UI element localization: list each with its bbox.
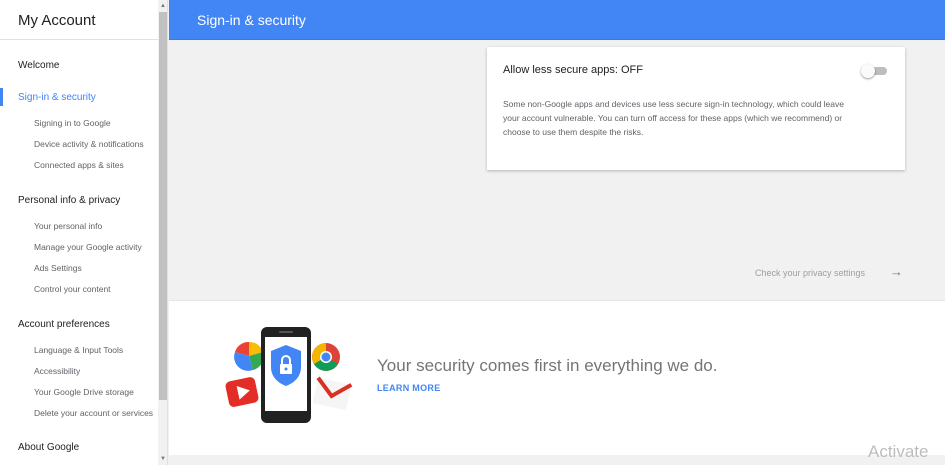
sidebar-subitem-accessibility[interactable]: Accessibility — [0, 366, 80, 376]
sidebar-title: My Account — [0, 0, 167, 40]
banner-title: Your security comes first in everything … — [377, 356, 718, 375]
sidebar-subitem-drive-storage[interactable]: Your Google Drive storage — [0, 387, 134, 397]
sidebar-scrollbar[interactable]: ▲ ▼ — [158, 0, 167, 465]
sidebar-item-signin-security[interactable]: Sign-in & security — [0, 88, 96, 106]
learn-more-link[interactable]: LEARN MORE — [377, 383, 441, 393]
less-secure-apps-card: Allow less secure apps: OFF Some non-Goo… — [487, 47, 905, 170]
sidebar: My Account Welcome Sign-in & security Si… — [0, 0, 168, 465]
scroll-down-icon[interactable]: ▼ — [160, 456, 166, 462]
sidebar-item-account-preferences[interactable]: Account preferences — [0, 319, 110, 330]
sidebar-subitem-control-content[interactable]: Control your content — [0, 284, 111, 294]
sidebar-subitem-signing-in[interactable]: Signing in to Google — [0, 118, 111, 128]
sidebar-item-about-google[interactable]: About Google — [0, 442, 79, 453]
sidebar-subitem-ads-settings[interactable]: Ads Settings — [0, 263, 82, 273]
scroll-up-icon[interactable]: ▲ — [160, 3, 166, 9]
sidebar-item-personal-info[interactable]: Personal info & privacy — [0, 195, 120, 206]
phone-security-illustration — [225, 327, 353, 423]
arrow-right-icon[interactable]: → — [890, 264, 903, 279]
sidebar-subitem-delete-account[interactable]: Delete your account or services — [0, 408, 153, 418]
page-title: Sign-in & security — [197, 12, 306, 28]
sidebar-subitem-device-activity[interactable]: Device activity & notifications — [0, 139, 144, 149]
scrollbar-thumb[interactable] — [159, 12, 167, 400]
page-header: Sign-in & security — [169, 0, 945, 40]
check-privacy-link[interactable]: Check your privacy settings — [755, 268, 865, 278]
security-banner: Your security comes first in everything … — [169, 300, 945, 455]
sidebar-subitem-personal-info[interactable]: Your personal info — [0, 221, 102, 231]
less-secure-apps-toggle[interactable] — [861, 64, 889, 78]
sidebar-subitem-language[interactable]: Language & Input Tools — [0, 345, 123, 355]
sidebar-subitem-google-activity[interactable]: Manage your Google activity — [0, 242, 142, 252]
toggle-knob — [861, 64, 875, 78]
less-secure-apps-description: Some non-Google apps and devices use les… — [503, 99, 844, 137]
sidebar-subitem-connected-apps[interactable]: Connected apps & sites — [0, 160, 124, 170]
less-secure-apps-title: Allow less secure apps: OFF — [503, 64, 643, 76]
sidebar-item-welcome[interactable]: Welcome — [0, 60, 60, 71]
activate-watermark: Activate — [868, 442, 929, 461]
